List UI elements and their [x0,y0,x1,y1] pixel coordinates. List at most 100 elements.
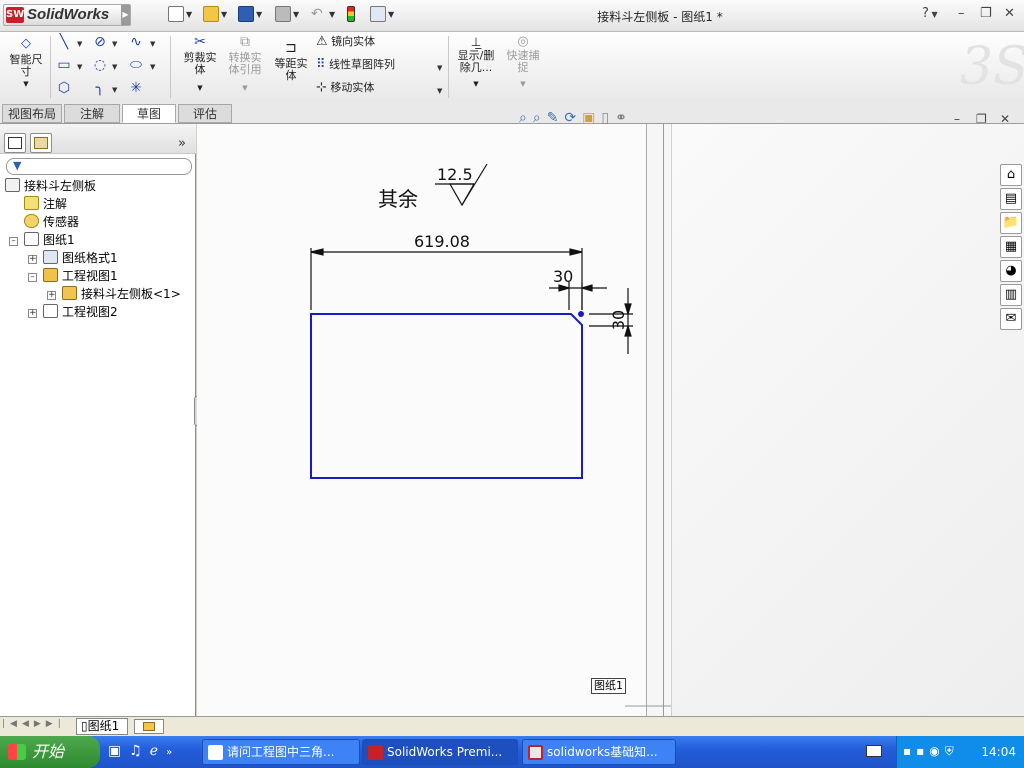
tree-item-sheet-format[interactable]: 图纸格式1 [43,250,118,267]
start-label: 开始 [32,742,65,761]
tree-filter-input[interactable]: ▼ [6,158,192,175]
fillet-tool-icon[interactable]: ╮ [92,80,108,96]
linear-pattern-label: 线性草图阵列 [329,58,396,71]
linear-pattern-button[interactable]: ⠿ 线性草图阵列 [316,57,396,72]
undo-button[interactable]: ↶ ▼ [311,6,335,24]
ie-icon[interactable]: ℯ [150,743,166,759]
dimension-width[interactable] [310,248,583,310]
collapse-sheet-icon[interactable]: – [9,237,18,246]
tree-item-annotations[interactable]: 注解 [24,196,67,213]
solidworks-resources-icon[interactable]: ⌂ [1000,164,1022,186]
minimize-button[interactable]: – [958,6,965,21]
quick-snap-label: 快速捕捉 [506,49,540,74]
ie-window-icon [208,745,223,760]
taskbar-item-browser[interactable]: 请问工程图中三角... [202,739,360,765]
options-button[interactable]: ▼ [370,6,394,24]
new-file-button[interactable]: ▼ [168,6,192,24]
expand-part-icon[interactable]: + [47,291,56,300]
tab-sketch[interactable]: 草图 [122,104,176,123]
keyboard-icon[interactable] [866,745,882,757]
doc-restore-button[interactable]: ❐ [976,112,987,126]
rectangle-tool-icon[interactable]: ▭ [56,57,72,73]
show-delete-relations-button[interactable]: ⊥̲ 显示/删除几... ▼ [454,36,498,90]
doc-close-button[interactable]: ✕ [1000,112,1010,126]
close-button[interactable]: ✕ [1004,6,1015,21]
start-button[interactable]: 开始 [0,736,100,768]
open-file-button[interactable]: ▼ [203,6,227,24]
design-library-icon[interactable]: ▤ [1000,188,1022,210]
appearances-icon[interactable]: ◕ [1000,260,1022,282]
print-button[interactable]: ▼ [275,6,299,24]
expand-sheet-format-icon[interactable]: + [28,255,37,264]
sheet-tab[interactable]: ▯图纸1 [76,718,128,735]
mirror-entities-button[interactable]: ⚠ 镜向实体 [316,35,375,48]
quick-launch: ▣♫ℯ» [108,743,180,759]
view-palette-icon[interactable]: ▦ [1000,236,1022,258]
tree-item-sensors[interactable]: 传感器 [24,214,79,231]
linear-pattern-icon: ⠿ [316,57,326,72]
clock: 14:04 [981,745,1016,759]
solidworks-forum-icon[interactable]: ✉ [1000,308,1022,330]
add-sheet-button[interactable] [134,719,164,734]
centerpoint-arc-tool-icon[interactable]: ◌ [92,57,108,73]
save-button[interactable]: ▼ [238,6,262,24]
file-explorer-icon[interactable]: 📁 [1000,212,1022,234]
dimension-chamfer-horizontal[interactable] [549,282,607,310]
convert-entities-button[interactable]: ⧉ 转换实体引用 ▼ [224,35,266,94]
tree-item-label: 接料斗左侧板<1> [81,287,181,301]
doc-minimize-button[interactable]: – [954,112,960,126]
property-manager-tab[interactable] [30,133,52,153]
trim-entities-button[interactable]: ✂ 剪裁实体 ▼ [180,35,220,94]
tree-item-drawing-view-1[interactable]: 工程视图1 [43,268,118,285]
offset-entities-button[interactable]: ⊐ 等距实体 [270,41,312,82]
tree-item-part-instance[interactable]: 接料斗左侧板<1> [62,286,181,303]
rebuild-button[interactable] [347,6,355,24]
solidworks-menu-button[interactable]: SW SolidWorks ▶ [3,4,131,26]
polygon-tool-icon[interactable]: ⬡ [56,80,72,96]
tab-evaluate[interactable]: 评估 [178,104,232,123]
tab-annotation[interactable]: 注解 [64,104,120,123]
taskbar-item-solidworks[interactable]: SolidWorks Premi... [362,739,518,765]
media-icon[interactable]: ♫ [129,743,150,759]
app-logo-text: SolidWorks [27,6,110,23]
sheet-icon [24,232,39,246]
ellipse-tool-icon[interactable]: ⬭ [128,57,144,73]
tray-icons[interactable]: ▪▪◉⛨ [903,744,959,759]
expand-panel-icon[interactable]: » [178,136,186,151]
tree-item-part[interactable]: 接料斗左侧板 [5,178,96,195]
menu-arrow-icon[interactable]: ▶ [121,5,130,25]
annotation-icon [24,196,39,210]
tree-item-sheet[interactable]: 图纸1 [24,232,75,249]
spline-tool-icon[interactable]: ∿ [128,34,144,50]
quick-snap-icon: ◎ [517,34,529,49]
point-tool-icon[interactable]: ✳ [128,80,144,96]
restore-button[interactable]: ❐ [980,6,992,21]
help-button[interactable]: ? ▼ [922,6,938,21]
circle-tool-icon[interactable]: ⊘ [92,34,108,50]
sheet-format-icon [43,250,58,264]
more-launch-icon[interactable]: » [166,747,180,758]
line-tool-icon[interactable]: ╲ [56,34,72,50]
desktop-icon[interactable]: ▣ [108,743,129,759]
custom-properties-icon[interactable]: ▥ [1000,284,1022,306]
feature-manager-tab[interactable] [4,133,26,153]
tree-item-drawing-view-2[interactable]: 工程视图2 [43,304,118,321]
sheet-nav-buttons[interactable]: |◀◀▶▶| [2,719,66,729]
drawing-canvas[interactable]: ⌕⌕✎⟳▣▯⚭ 其余 12.5 619.08 30 30 图纸1 [197,110,671,716]
selected-vertex-marker[interactable] [578,311,584,317]
sensor-icon [24,214,39,228]
dimension-width-value: 619.08 [414,232,470,251]
tree-item-label: 图纸1 [43,233,75,247]
tab-view-layout[interactable]: 视图布局 [2,104,62,123]
feature-tree-icon [8,137,22,149]
quick-snap-button[interactable]: ◎ 快速捕捉 ▼ [502,34,544,90]
tree-item-label: 接料斗左侧板 [24,179,97,193]
expand-view2-icon[interactable]: + [28,309,37,318]
smart-dimension-button[interactable]: ◇ 智能尺寸 ▼ [4,37,48,90]
part-outline[interactable] [310,313,583,479]
section-view-icon [43,304,58,318]
move-entities-button[interactable]: ⊹ 移动实体 [316,81,374,94]
offset-label: 等距实体 [274,57,308,82]
taskbar-item-pdf[interactable]: solidworks基础知... [522,739,676,765]
collapse-view1-icon[interactable]: – [28,273,37,282]
